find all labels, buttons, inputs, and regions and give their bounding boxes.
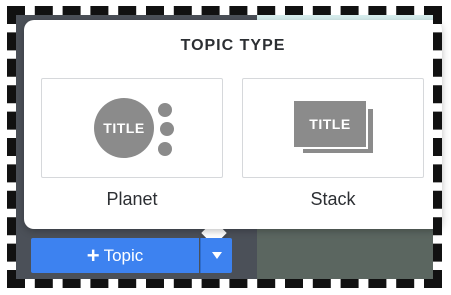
- stack-icon: TITLE: [292, 99, 368, 149]
- planet-option[interactable]: TITLE: [41, 78, 223, 178]
- topic-type-dropdown-button[interactable]: [200, 238, 232, 273]
- add-topic-label: Topic: [103, 245, 144, 265]
- plus-icon: +: [86, 242, 100, 268]
- screenshot-stage: TOPIC TYPE TITLE Planet TITLE Stack + To…: [0, 0, 451, 295]
- stack-option-label[interactable]: Stack: [242, 189, 424, 210]
- planet-moon-icon: [158, 103, 172, 117]
- planet-icon: TITLE: [94, 98, 154, 158]
- planet-moon-icon: [158, 142, 172, 156]
- popover-title: TOPIC TYPE: [180, 37, 286, 54]
- stack-option[interactable]: TITLE: [242, 78, 424, 178]
- planet-icon-text: TITLE: [103, 120, 145, 136]
- planet-moon-icon: [160, 122, 174, 136]
- planet-option-label[interactable]: Planet: [41, 189, 223, 210]
- topic-type-popover: TOPIC TYPE TITLE Planet TITLE Stack: [24, 20, 442, 229]
- stack-icon-text: TITLE: [309, 116, 351, 132]
- add-topic-button[interactable]: + Topic: [31, 238, 199, 273]
- caret-down-icon: [211, 252, 222, 259]
